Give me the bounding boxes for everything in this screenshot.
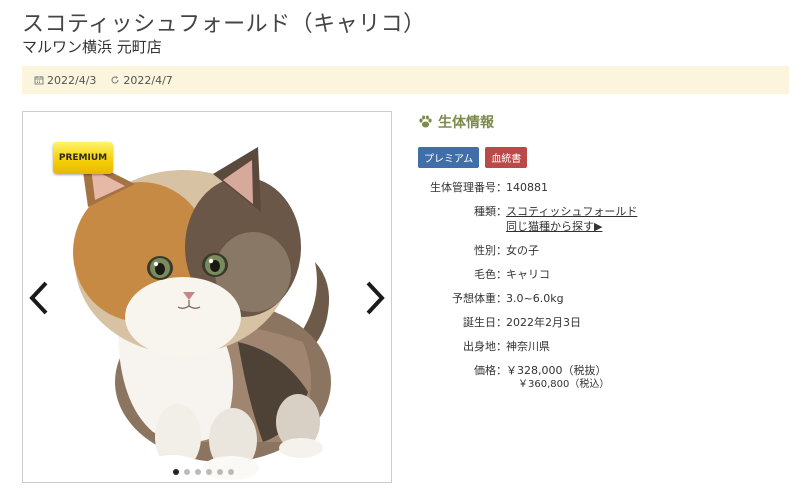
row-value: 2022年2月3日 (506, 316, 581, 329)
row-label: 種類 (474, 205, 496, 218)
chevron-left-icon (29, 281, 48, 315)
refresh-icon (111, 76, 120, 84)
info-row-breed: 種類： スコティッシュフォールド 同じ猫種から探す▶ (418, 204, 798, 234)
row-value: 140881 (506, 181, 548, 194)
row-label: 誕生日 (463, 316, 496, 329)
carousel-dot[interactable] (184, 469, 190, 475)
carousel-dot[interactable] (195, 469, 201, 475)
price-incl-tax: ￥360,800（税込） (518, 379, 610, 390)
next-photo-button[interactable] (361, 278, 389, 318)
carousel-dot[interactable] (217, 469, 223, 475)
shop-name: マルワン横浜 元町店 (22, 38, 162, 56)
info-heading-text: 生体情報 (438, 115, 494, 131)
calendar-icon (34, 76, 44, 85)
photo-gallery[interactable]: PREMIUM (22, 111, 392, 483)
row-value: 神奈川県 (506, 340, 550, 353)
row-label: 予想体重 (452, 292, 496, 305)
row-value: 女の子 (506, 244, 539, 257)
updated-date-text: 2022/4/7 (123, 73, 173, 87)
posted-date: 2022/4/3 (34, 74, 96, 87)
date-bar: 2022/4/3 2022/4/7 (22, 66, 789, 94)
same-breed-search-link[interactable]: 同じ猫種から探す▶ (506, 220, 602, 233)
breed-link[interactable]: スコティッシュフォールド (506, 205, 637, 218)
row-label: 生体管理番号 (430, 181, 496, 194)
row-label: 毛色 (474, 268, 496, 281)
info-row-weight: 予想体重： 3.0~6.0kg (418, 291, 798, 306)
carousel-dot[interactable] (228, 469, 234, 475)
tag-list: プレミアム 血統書 (418, 147, 798, 168)
info-row-id: 生体管理番号： 140881 (418, 180, 798, 195)
row-label: 性別 (474, 244, 496, 257)
price-excl-tax: ￥328,000（税抜） (506, 364, 607, 377)
premium-badge: PREMIUM (53, 142, 113, 174)
pet-info-panel: 生体情報 プレミアム 血統書 生体管理番号： 140881 種類： スコティッシ… (418, 111, 798, 401)
row-label: 出身地 (463, 340, 496, 353)
info-row-sex: 性別： 女の子 (418, 243, 798, 258)
carousel-dot[interactable] (173, 469, 179, 475)
row-value: キャリコ (506, 268, 550, 281)
info-heading: 生体情報 (418, 111, 798, 133)
info-row-price: 価格： ￥328,000（税抜） ￥360,800（税込） (418, 363, 798, 392)
posted-date-text: 2022/4/3 (47, 73, 97, 87)
chevron-right-icon (366, 281, 385, 315)
row-value: 3.0~6.0kg (506, 292, 564, 305)
info-row-birthday: 誕生日： 2022年2月3日 (418, 315, 798, 330)
info-table: 生体管理番号： 140881 種類： スコティッシュフォールド 同じ猫種から探す… (418, 180, 798, 392)
info-row-color: 毛色： キャリコ (418, 267, 798, 282)
premium-tag: プレミアム (418, 147, 480, 168)
row-label: 価格 (474, 364, 496, 377)
page-title: スコティッシュフォールド（キャリコ） (22, 12, 426, 37)
paw-icon (419, 115, 432, 128)
info-row-origin: 出身地： 神奈川県 (418, 339, 798, 354)
carousel-dot[interactable] (206, 469, 212, 475)
carousel-dots (173, 469, 239, 475)
pedigree-tag: 血統書 (485, 147, 528, 168)
updated-date: 2022/4/7 (110, 73, 173, 87)
prev-photo-button[interactable] (25, 278, 53, 318)
